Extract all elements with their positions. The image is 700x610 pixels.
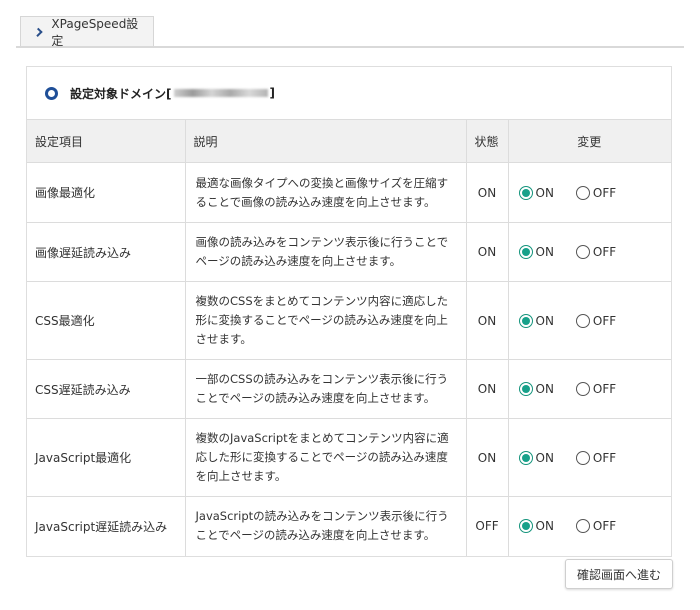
on-off-radio-group: ON OFF bbox=[518, 245, 672, 259]
row-description: 複数のJavaScriptをまとめてコンテンツ内容に適応した形に変換することでペ… bbox=[185, 418, 467, 497]
radio-on-label: ON bbox=[535, 245, 554, 259]
row-description: 複数のCSSをまとめてコンテンツ内容に適応した形に変換することでページの読み込み… bbox=[185, 281, 467, 360]
radio-button-icon[interactable] bbox=[518, 245, 533, 259]
table-row: JavaScript最適化 複数のJavaScriptをまとめてコンテンツ内容に適… bbox=[27, 418, 672, 497]
confirm-button[interactable]: 確認画面へ進む bbox=[565, 559, 673, 589]
row-change: ON OFF bbox=[508, 418, 672, 497]
header-item: 設定項目 bbox=[27, 119, 186, 163]
radio-button-icon[interactable] bbox=[575, 519, 590, 534]
radio-on[interactable]: ON bbox=[518, 450, 554, 465]
radio-button-icon[interactable] bbox=[518, 185, 533, 200]
row-item: JavaScript最適化 bbox=[27, 418, 186, 497]
radio-on-label: ON bbox=[535, 382, 554, 396]
redacted-domain bbox=[173, 89, 268, 97]
radio-button-icon[interactable] bbox=[518, 382, 533, 396]
row-state: ON bbox=[466, 222, 509, 282]
row-state: ON bbox=[466, 359, 509, 419]
domain-heading: 設定対象ドメイン[ ] bbox=[27, 67, 671, 119]
header-description: 説明 bbox=[185, 119, 467, 163]
row-item: CSS遅延読み込み bbox=[27, 359, 186, 419]
radio-off[interactable]: OFF bbox=[575, 382, 617, 396]
radio-button-icon[interactable] bbox=[575, 382, 590, 396]
row-state: ON bbox=[466, 162, 509, 223]
radio-on[interactable]: ON bbox=[518, 313, 554, 328]
radio-button-icon[interactable] bbox=[575, 450, 590, 465]
on-off-radio-group: ON OFF bbox=[518, 185, 672, 200]
table-row: JavaScript遅延読み込み JavaScriptの読み込みをコンテンツ表示後… bbox=[27, 496, 672, 556]
header-state: 状態 bbox=[466, 119, 509, 163]
settings-table: 設定項目 説明 状態 変更 画像最適化 最適な画像タイプへの変換と画像サイズを圧縮… bbox=[27, 119, 671, 556]
radio-off-label: OFF bbox=[592, 450, 617, 465]
circle-bullet-icon bbox=[45, 86, 58, 100]
radio-off[interactable]: OFF bbox=[575, 245, 617, 259]
row-item: 画像最適化 bbox=[27, 162, 186, 223]
row-change: ON OFF bbox=[508, 496, 672, 556]
table-row: 画像最適化 最適な画像タイプへの変換と画像サイズを圧縮することで画像の読み込み速度… bbox=[27, 162, 672, 223]
radio-off[interactable]: OFF bbox=[575, 185, 617, 200]
row-item: CSS最適化 bbox=[27, 281, 186, 360]
row-change: ON OFF bbox=[508, 222, 672, 282]
radio-on-label: ON bbox=[535, 450, 554, 465]
row-description: 画像の読み込みをコンテンツ表示後に行うことでページの読み込み速度を向上させます。 bbox=[185, 222, 467, 282]
table-row: CSS遅延読み込み 一部のCSSの読み込みをコンテンツ表示後に行うことでページの読… bbox=[27, 359, 672, 419]
radio-button-icon[interactable] bbox=[575, 185, 590, 200]
row-item: JavaScript遅延読み込み bbox=[27, 496, 186, 556]
row-item: 画像遅延読み込み bbox=[27, 222, 186, 282]
domain-label-suffix: ] bbox=[269, 86, 275, 100]
radio-on[interactable]: ON bbox=[518, 519, 554, 534]
row-change: ON OFF bbox=[508, 359, 672, 419]
on-off-radio-group: ON OFF bbox=[518, 450, 672, 465]
radio-off-label: OFF bbox=[592, 519, 617, 534]
table-row: CSS最適化 複数のCSSをまとめてコンテンツ内容に適応した形に変換することでペー… bbox=[27, 281, 672, 360]
tab-divider bbox=[16, 46, 684, 48]
radio-off[interactable]: OFF bbox=[575, 519, 617, 534]
table-row: 画像遅延読み込み 画像の読み込みをコンテンツ表示後に行うことでページの読み込み速度… bbox=[27, 222, 672, 282]
radio-on[interactable]: ON bbox=[518, 245, 554, 259]
radio-off[interactable]: OFF bbox=[575, 313, 617, 328]
on-off-radio-group: ON OFF bbox=[518, 519, 672, 534]
radio-off[interactable]: OFF bbox=[575, 450, 617, 465]
radio-button-icon[interactable] bbox=[518, 519, 533, 534]
on-off-radio-group: ON OFF bbox=[518, 382, 672, 396]
row-state: ON bbox=[466, 281, 509, 360]
settings-panel: 設定対象ドメイン[ ] 設定項目 説明 状態 変更 画像最適化 最適な画像タイプへ… bbox=[26, 66, 672, 557]
radio-button-icon[interactable] bbox=[518, 313, 533, 328]
radio-on[interactable]: ON bbox=[518, 185, 554, 200]
chevron-right-icon bbox=[33, 27, 43, 37]
radio-on[interactable]: ON bbox=[518, 382, 554, 396]
radio-button-icon[interactable] bbox=[575, 245, 590, 259]
row-change: ON OFF bbox=[508, 162, 672, 223]
radio-button-icon[interactable] bbox=[518, 450, 533, 465]
row-description: 一部のCSSの読み込みをコンテンツ表示後に行うことでページの読み込み速度を向上さ… bbox=[185, 359, 467, 419]
on-off-radio-group: ON OFF bbox=[518, 313, 672, 328]
table-header-row: 設定項目 説明 状態 変更 bbox=[27, 119, 671, 163]
radio-off-label: OFF bbox=[592, 313, 617, 328]
domain-label-prefix: 設定対象ドメイン[ bbox=[70, 86, 172, 101]
radio-off-label: OFF bbox=[592, 382, 617, 396]
radio-on-label: ON bbox=[535, 519, 554, 534]
row-description: 最適な画像タイプへの変換と画像サイズを圧縮することで画像の読み込み速度を向上させ… bbox=[185, 162, 467, 223]
tab-xpagespeed-settings[interactable]: XPageSpeed設定 bbox=[20, 16, 154, 48]
row-state: ON bbox=[466, 418, 509, 497]
radio-off-label: OFF bbox=[592, 245, 617, 259]
radio-on-label: ON bbox=[535, 313, 554, 328]
row-state: OFF bbox=[466, 496, 509, 556]
radio-off-label: OFF bbox=[592, 185, 617, 200]
row-change: ON OFF bbox=[508, 281, 672, 360]
header-change: 変更 bbox=[508, 119, 671, 163]
radio-button-icon[interactable] bbox=[575, 313, 590, 328]
row-description: JavaScriptの読み込みをコンテンツ表示後に行うことでページの読み込み速度… bbox=[185, 496, 467, 556]
radio-on-label: ON bbox=[535, 185, 554, 200]
tab-label: XPageSpeed設定 bbox=[51, 16, 139, 48]
